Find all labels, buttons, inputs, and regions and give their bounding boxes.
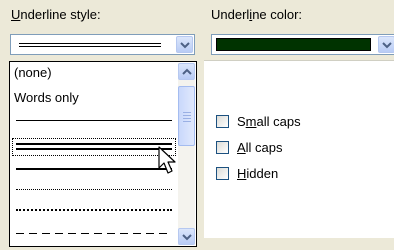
small-caps-checkbox[interactable] — [216, 115, 229, 128]
scroll-up-button[interactable] — [178, 63, 195, 80]
mouse-pointer-icon — [158, 146, 176, 174]
underline-style-label-text: nderline style: — [20, 7, 101, 22]
underline-color-combo[interactable] — [211, 34, 394, 55]
preview-panel — [204, 60, 394, 241]
list-item-double-line[interactable] — [12, 138, 176, 156]
underline-color-dropdown-button[interactable] — [378, 36, 394, 53]
dotted-line-sample — [16, 189, 172, 190]
chevron-up-icon — [182, 68, 192, 75]
combo-double-line-bottom — [19, 46, 161, 47]
list-item-label: (none) — [14, 65, 52, 80]
double-line-sample-bottom — [16, 148, 172, 150]
hidden-accesskey: H — [237, 166, 247, 181]
all-caps-label[interactable]: All caps — [237, 140, 283, 155]
list-scrollbar[interactable] — [178, 63, 195, 245]
all-caps-accesskey: A — [237, 140, 246, 155]
all-caps-label-post: ll caps — [245, 140, 283, 155]
underline-style-combo[interactable] — [10, 34, 195, 55]
thick-line-sample — [16, 168, 172, 170]
small-caps-label[interactable]: Small caps — [237, 114, 301, 129]
underline-style-accesskey: U — [11, 7, 21, 22]
list-item-none[interactable]: (none) — [12, 64, 176, 80]
single-line-sample — [16, 120, 172, 121]
hidden-label-post: idden — [246, 166, 279, 181]
list-item-dashed[interactable] — [12, 225, 176, 241]
list-item-single-line[interactable] — [12, 113, 176, 129]
chevron-down-icon — [182, 234, 192, 241]
list-item-dotted[interactable] — [12, 182, 176, 198]
small-caps-label-post: all caps — [256, 114, 301, 129]
thumb-grip — [183, 121, 191, 122]
thumb-grip — [183, 115, 191, 116]
underline-style-label: Underline style: — [11, 7, 101, 22]
thumb-grip — [183, 112, 191, 113]
small-caps-accesskey: m — [245, 114, 257, 129]
underline-color-label-after: ne color: — [252, 7, 303, 22]
scroll-down-button[interactable] — [178, 228, 195, 245]
small-caps-label-pre: S — [237, 114, 246, 129]
thumb-grip — [183, 118, 191, 119]
underline-color-label-before: Underl — [211, 7, 250, 22]
hidden-checkbox[interactable] — [216, 167, 229, 180]
underline-style-dropdown-button[interactable] — [176, 36, 193, 53]
list-item-words-only[interactable]: Words only — [12, 89, 176, 105]
underline-color-swatch — [216, 38, 371, 51]
list-item-label: Words only — [14, 90, 79, 105]
double-line-sample-top — [16, 143, 172, 145]
scroll-thumb[interactable] — [178, 86, 195, 146]
dashed-line-sample — [16, 233, 172, 234]
thick-dotted-line-sample — [16, 209, 172, 211]
chevron-down-icon — [180, 42, 190, 49]
all-caps-checkbox[interactable] — [216, 141, 229, 154]
combo-double-line-top — [19, 43, 161, 44]
chevron-down-icon — [382, 42, 392, 49]
list-item-thick-dotted[interactable] — [12, 203, 176, 219]
list-item-thick-line[interactable] — [12, 162, 176, 178]
hidden-label[interactable]: Hidden — [237, 166, 278, 181]
underline-color-label: Underline color: — [211, 7, 302, 22]
